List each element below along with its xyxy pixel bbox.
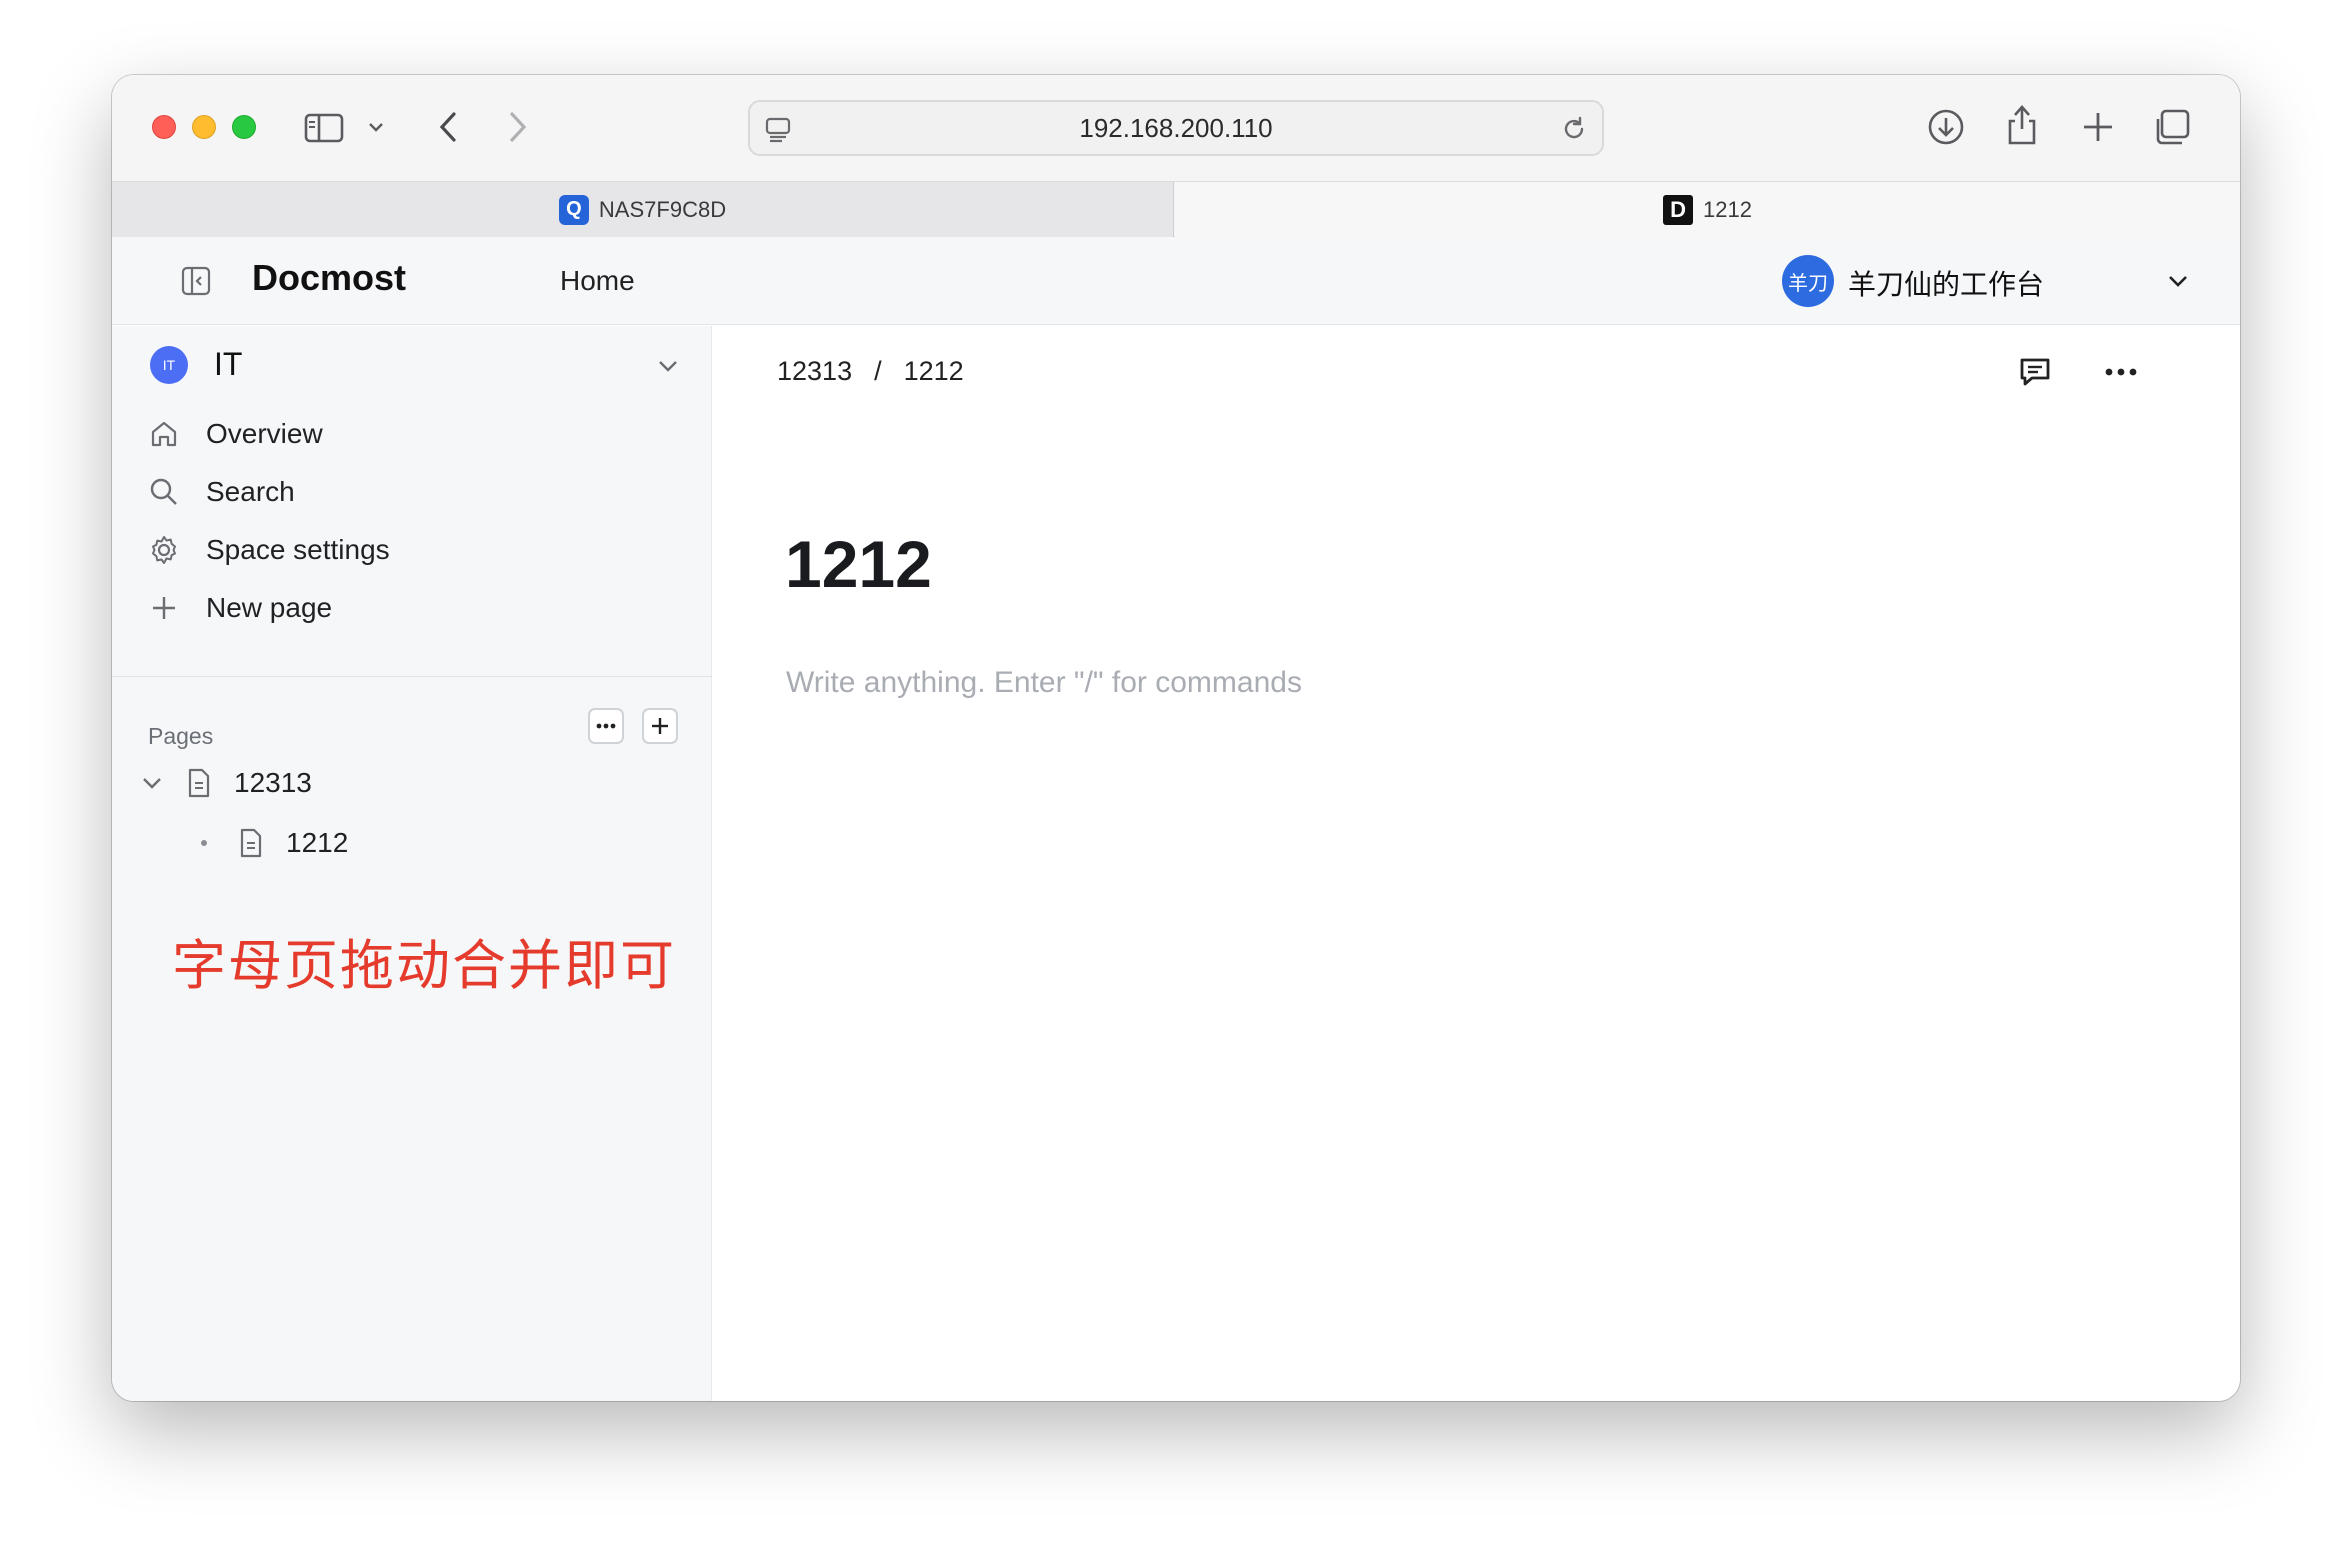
tab-overview-icon[interactable]: [2150, 105, 2194, 149]
tab-label: NAS7F9C8D: [598, 196, 727, 222]
comments-icon[interactable]: [2013, 350, 2057, 394]
app-header: Docmost Home 羊刀 羊刀仙的工作台: [112, 237, 2240, 325]
browser-toolbar: 192.168.200.110: [112, 75, 2240, 181]
sidebar-item-label: New page: [206, 592, 333, 623]
pages-more-button[interactable]: [588, 708, 624, 744]
sidebar-item-new-page[interactable]: New page: [144, 586, 664, 630]
minimize-window-button[interactable]: [192, 115, 216, 139]
browser-window: 192.168.200.110 Q NAS7F9C8D D 1212 Docmo…: [112, 75, 2240, 1401]
page-icon: [182, 766, 216, 800]
tab-label: 1212: [1703, 196, 1752, 222]
workspace-avatar[interactable]: 羊刀: [1782, 255, 1834, 307]
chevron-down-icon[interactable]: [364, 115, 388, 139]
bullet-icon: [194, 833, 214, 853]
plus-icon: [144, 588, 184, 628]
tab-docmost[interactable]: D 1212: [1175, 182, 2240, 237]
sidebar-item-label: Space settings: [206, 534, 390, 565]
tab-nas[interactable]: Q NAS7F9C8D: [112, 182, 1174, 237]
sidebar-item-label: Overview: [206, 418, 323, 449]
tree-item-label: 12313: [234, 767, 312, 798]
more-icon: [596, 723, 616, 729]
breadcrumb-item[interactable]: 1212: [904, 356, 964, 387]
tab-bar: Q NAS7F9C8D D 1212: [112, 181, 2240, 237]
reload-icon[interactable]: [1556, 112, 1592, 146]
qnap-icon: Q: [558, 194, 589, 225]
editor-placeholder[interactable]: Write anything. Enter "/" for commands: [786, 666, 1302, 700]
page-icon: [234, 826, 268, 860]
download-icon[interactable]: [1924, 105, 1968, 149]
sidebar-collapse-icon[interactable]: [176, 261, 216, 301]
chevron-down-icon[interactable]: [138, 769, 166, 797]
url-text: 192.168.200.110: [1079, 112, 1273, 143]
tree-item-label: 1212: [286, 827, 349, 858]
sidebar-item-search[interactable]: Search: [144, 470, 664, 514]
plus-icon: [652, 718, 668, 734]
close-window-button[interactable]: [152, 115, 176, 139]
new-tab-icon[interactable]: [2076, 105, 2120, 149]
sidebar-item-space-settings[interactable]: Space settings: [144, 528, 664, 572]
sidebar-toggle-icon[interactable]: [302, 109, 346, 147]
more-icon[interactable]: [2099, 350, 2143, 394]
breadcrumb: 12313 / 1212: [777, 356, 964, 387]
sidebar-item-label: Search: [206, 476, 295, 507]
sidebar-item-overview[interactable]: Overview: [144, 412, 664, 456]
space-avatar: IT: [150, 346, 188, 384]
back-icon[interactable]: [430, 107, 466, 147]
sidebar-divider: [112, 676, 712, 677]
chevron-down-icon[interactable]: [654, 354, 682, 378]
home-icon: [144, 414, 184, 454]
chevron-down-icon[interactable]: [2164, 269, 2192, 293]
page-title[interactable]: 1212: [785, 526, 932, 602]
page-menu-icon[interactable]: [760, 112, 796, 146]
tree-item-12313[interactable]: 12313: [138, 766, 312, 800]
sidebar: IT IT Overview Search Space settings New…: [112, 326, 712, 1401]
workspace-menu[interactable]: 羊刀仙的工作台: [1848, 263, 2044, 303]
home-link[interactable]: Home: [560, 265, 635, 297]
annotation-text: 字母页拖动合并即可: [172, 934, 676, 997]
zoom-window-button[interactable]: [232, 115, 256, 139]
app-logo[interactable]: Docmost: [252, 257, 406, 299]
space-switcher[interactable]: IT: [214, 346, 242, 383]
search-icon: [144, 472, 184, 512]
add-page-button[interactable]: [642, 708, 678, 744]
docmost-d-icon: D: [1663, 194, 1694, 225]
breadcrumb-item[interactable]: 12313: [777, 356, 852, 387]
pages-section-label: Pages: [148, 723, 214, 749]
breadcrumb-separator: /: [874, 356, 882, 386]
tree-item-1212[interactable]: 1212: [194, 826, 348, 860]
page-editor: 12313 / 1212 1212 Write anything. Enter …: [713, 326, 2240, 1401]
forward-icon[interactable]: [500, 107, 536, 147]
gear-icon: [144, 530, 184, 570]
address-bar[interactable]: 192.168.200.110: [748, 100, 1604, 156]
share-icon[interactable]: [2000, 101, 2044, 149]
